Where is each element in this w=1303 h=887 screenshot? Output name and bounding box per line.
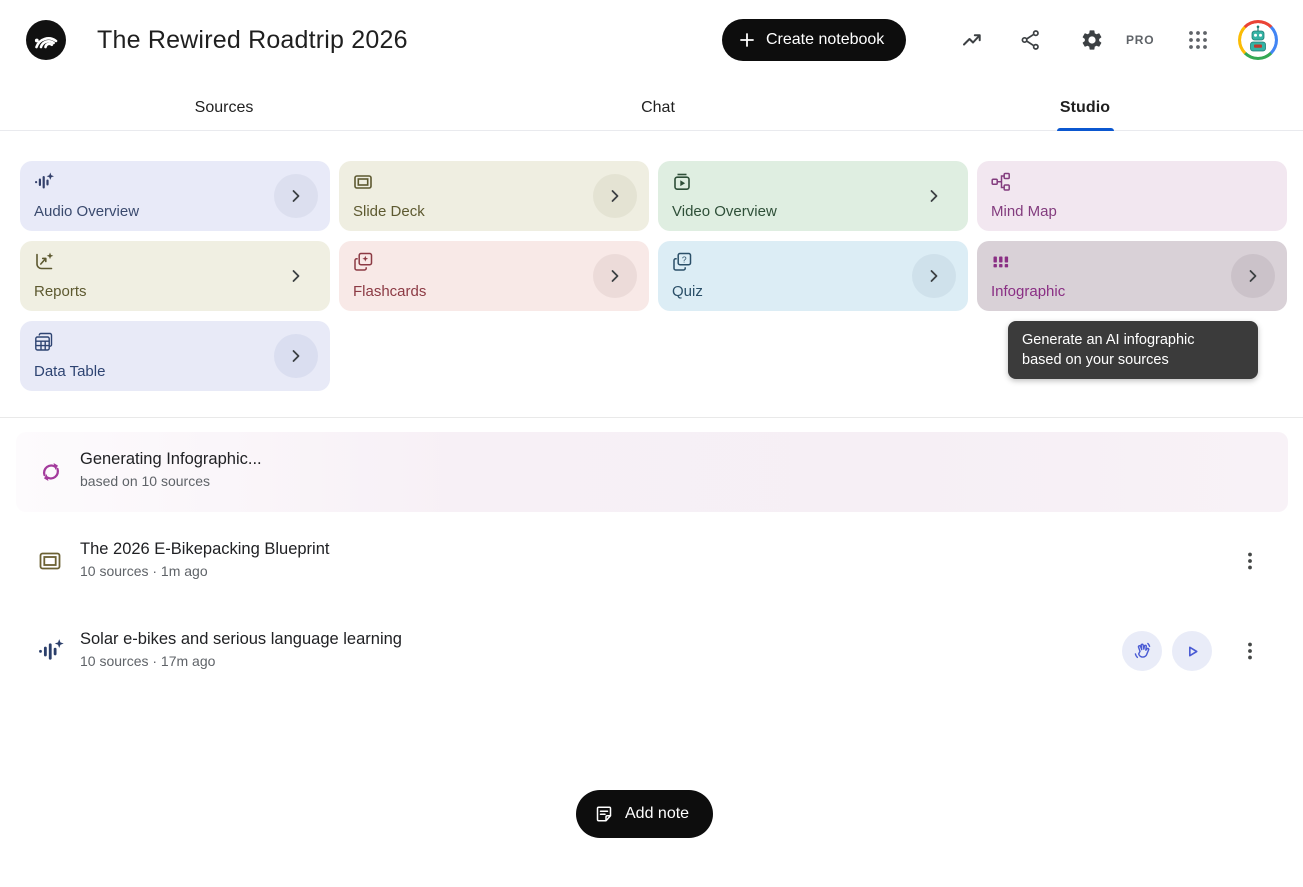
studio-item-generating-infographic[interactable]: Generating Infographic... based on 10 so… bbox=[16, 432, 1288, 512]
slide-frame-icon bbox=[353, 172, 373, 192]
open-audio-overview-button[interactable] bbox=[274, 174, 318, 218]
robot-avatar-image bbox=[1241, 23, 1275, 57]
chevron-right-icon bbox=[286, 346, 306, 366]
open-infographic-button[interactable] bbox=[1231, 254, 1275, 298]
card-infographic[interactable]: Infographic bbox=[977, 241, 1287, 311]
open-video-overview-button[interactable] bbox=[912, 174, 956, 218]
panel-tabs: Sources Chat Studio bbox=[0, 88, 1303, 131]
svg-text:?: ? bbox=[682, 254, 687, 264]
data-table-icon bbox=[34, 332, 54, 352]
card-label: Reports bbox=[34, 283, 87, 300]
quiz-cards-icon: ? bbox=[672, 252, 692, 272]
chevron-right-icon bbox=[286, 266, 306, 286]
item-more-menu-icon[interactable] bbox=[1238, 639, 1262, 663]
header: The Rewired Roadtrip 2026 Create noteboo… bbox=[0, 0, 1303, 80]
card-audio-overview[interactable]: Audio Overview bbox=[20, 161, 330, 231]
card-data-table[interactable]: Data Table bbox=[20, 321, 330, 391]
notebooklm-logo-icon[interactable] bbox=[26, 20, 66, 60]
chevron-right-icon bbox=[924, 186, 944, 206]
open-quiz-button[interactable] bbox=[912, 254, 956, 298]
item-subtitle: 10 sources · 17m ago bbox=[80, 653, 215, 669]
plus-icon bbox=[738, 31, 756, 49]
create-notebook-label: Create notebook bbox=[766, 31, 884, 49]
video-icon bbox=[672, 172, 692, 192]
notebooklm-app: The Rewired Roadtrip 2026 Create noteboo… bbox=[0, 0, 1303, 887]
item-more-menu-icon[interactable] bbox=[1238, 549, 1262, 573]
hand-wave-icon bbox=[1132, 641, 1153, 662]
infographic-bars-icon bbox=[991, 252, 1011, 272]
audio-waveform-icon bbox=[38, 638, 64, 664]
chevron-right-icon bbox=[1243, 266, 1263, 286]
card-slide-deck[interactable]: Slide Deck bbox=[339, 161, 649, 231]
note-icon bbox=[594, 804, 614, 824]
card-mind-map[interactable]: Mind Map bbox=[977, 161, 1287, 231]
card-label: Data Table bbox=[34, 363, 105, 380]
chevron-right-icon bbox=[605, 266, 625, 286]
interactive-mode-button[interactable] bbox=[1122, 631, 1162, 671]
card-label: Flashcards bbox=[353, 283, 426, 300]
open-slide-deck-button[interactable] bbox=[593, 174, 637, 218]
item-title: Solar e-bikes and serious language learn… bbox=[80, 630, 402, 649]
item-subtitle: based on 10 sources bbox=[80, 473, 210, 489]
share-icon[interactable] bbox=[1019, 28, 1043, 52]
tab-sources[interactable]: Sources bbox=[195, 99, 254, 117]
item-title: Generating Infographic... bbox=[80, 450, 262, 469]
studio-item-slide-deck[interactable]: The 2026 E-Bikepacking Blueprint 10 sour… bbox=[16, 525, 1288, 597]
sync-progress-icon bbox=[38, 459, 64, 485]
play-audio-button[interactable] bbox=[1172, 631, 1212, 671]
pro-badge: PRO bbox=[1126, 33, 1154, 47]
add-note-button[interactable]: Add note bbox=[576, 790, 713, 838]
tab-studio[interactable]: Studio bbox=[1060, 99, 1110, 117]
open-data-table-button[interactable] bbox=[274, 334, 318, 378]
card-label: Audio Overview bbox=[34, 203, 139, 220]
open-flashcards-button[interactable] bbox=[593, 254, 637, 298]
user-avatar[interactable] bbox=[1238, 20, 1278, 60]
card-label: Infographic bbox=[991, 283, 1065, 300]
infographic-tooltip: Generate an AI infographic based on your… bbox=[1008, 321, 1258, 379]
mind-map-icon bbox=[991, 172, 1011, 192]
settings-gear-icon[interactable] bbox=[1080, 28, 1104, 52]
tooltip-line2: based on your sources bbox=[1022, 352, 1169, 368]
play-icon bbox=[1182, 641, 1203, 662]
open-reports-button[interactable] bbox=[274, 254, 318, 298]
notebook-title[interactable]: The Rewired Roadtrip 2026 bbox=[97, 26, 408, 55]
studio-item-audio-overview[interactable]: Solar e-bikes and serious language learn… bbox=[16, 615, 1288, 687]
apps-grid-icon[interactable] bbox=[1186, 28, 1210, 52]
flashcards-icon bbox=[353, 252, 373, 272]
audio-waveform-icon bbox=[34, 172, 54, 192]
card-label: Quiz bbox=[672, 283, 703, 300]
card-label: Video Overview bbox=[672, 203, 777, 220]
item-subtitle: 10 sources · 1m ago bbox=[80, 563, 208, 579]
tooltip-line1: Generate an AI infographic bbox=[1022, 332, 1195, 348]
analytics-trend-icon[interactable] bbox=[961, 28, 985, 52]
section-divider bbox=[0, 417, 1303, 418]
card-flashcards[interactable]: Flashcards bbox=[339, 241, 649, 311]
card-quiz[interactable]: ? Quiz bbox=[658, 241, 968, 311]
item-title: The 2026 E-Bikepacking Blueprint bbox=[80, 540, 329, 559]
chevron-right-icon bbox=[605, 186, 625, 206]
chevron-right-icon bbox=[286, 186, 306, 206]
report-chart-icon bbox=[34, 252, 54, 272]
card-reports[interactable]: Reports bbox=[20, 241, 330, 311]
card-label: Slide Deck bbox=[353, 203, 425, 220]
slide-frame-icon bbox=[38, 549, 62, 573]
tab-chat[interactable]: Chat bbox=[641, 99, 675, 117]
create-notebook-button[interactable]: Create notebook bbox=[722, 19, 906, 61]
card-video-overview[interactable]: Video Overview bbox=[658, 161, 968, 231]
add-note-label: Add note bbox=[625, 805, 689, 823]
card-label: Mind Map bbox=[991, 203, 1057, 220]
chevron-right-icon bbox=[924, 266, 944, 286]
active-tab-indicator bbox=[1057, 128, 1114, 131]
